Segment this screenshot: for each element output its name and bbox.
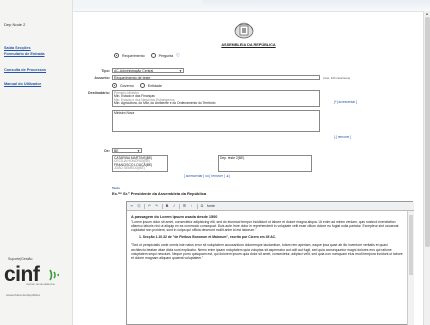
assunto-input[interactable]: Requerimento de teste bbox=[112, 75, 320, 80]
coat-of-arms-icon bbox=[234, 22, 254, 39]
editor-toolbar: ✂ ⎘ ↶ ↷ B I ☰ ⁝ Ω fonte bbox=[127, 202, 414, 211]
redo-icon[interactable]: ↷ bbox=[155, 204, 159, 208]
radio-entidade-label: Entidade bbox=[147, 83, 162, 88]
selected-destinatario: Ministro Nova bbox=[114, 110, 135, 115]
editor-scroll-thumb[interactable] bbox=[409, 215, 413, 275]
toolbar-divider bbox=[161, 203, 162, 209]
scope-radio-group: Governo Entidade bbox=[112, 83, 162, 88]
toolbar-divider bbox=[144, 203, 145, 209]
party-select[interactable]: BE ▼ bbox=[112, 148, 142, 153]
help-icon[interactable]: ⓘ bbox=[176, 53, 180, 58]
party-select-value: BE bbox=[114, 149, 119, 153]
deputado-action-links[interactable]: [ acrescentar ] ou [ remover ] ◄] bbox=[184, 174, 230, 178]
de-label: De: bbox=[104, 149, 110, 153]
tipo-select-value: AC-Administração Central bbox=[114, 69, 154, 73]
nav-link-consulta[interactable]: Consulta de Processos bbox=[4, 68, 46, 72]
assunto-value: Requerimento de teste bbox=[114, 76, 151, 80]
special-char-icon[interactable]: Ω bbox=[200, 204, 204, 208]
logo-subtitle: CENTRO DE INFORMÁTICA bbox=[26, 284, 55, 286]
deputado-list[interactable]: CATARINA MARTINS(BE) CECÍLIA HONÓRIO(BE)… bbox=[112, 155, 168, 172]
nav-link-formulario[interactable]: Formulário de Entrada bbox=[4, 52, 45, 56]
nav-link-saida[interactable]: Saída Secções bbox=[4, 46, 31, 50]
organization-title: ASSEMBLEIA DA REPÚBLICA bbox=[221, 43, 276, 47]
texto-label: Texto bbox=[112, 186, 120, 190]
assunto-char-limit: (máx. 220 caracteres) bbox=[323, 76, 351, 80]
tipo-label: Tipo: bbox=[101, 69, 110, 73]
toolbar-divider bbox=[179, 203, 180, 209]
tab-strip bbox=[72, 0, 202, 6]
cut-icon[interactable]: ✂ bbox=[130, 204, 134, 208]
logo-text: cinf bbox=[4, 263, 40, 286]
kind-radio-group: Requerimento Pergunta ⓘ bbox=[114, 53, 180, 58]
doc-paragraph: "Sed ut perspiciatis unde omnis iste nat… bbox=[131, 243, 403, 260]
tipo-select[interactable]: AC-Administração Central ▼ bbox=[112, 68, 184, 73]
scroll-up-icon[interactable]: ▲ bbox=[425, 11, 429, 16]
source-button[interactable]: fonte bbox=[207, 204, 215, 208]
chevron-down-icon: ▼ bbox=[179, 69, 182, 73]
italic-button[interactable]: I bbox=[172, 204, 176, 208]
radio-pergunta[interactable] bbox=[150, 53, 156, 58]
remove-destinatario-link[interactable]: [-] remover ] bbox=[334, 135, 351, 139]
user-name: Dep Node 2 bbox=[4, 22, 26, 27]
radio-governo-label: Governo bbox=[120, 83, 134, 88]
sponsor-label: Suporte|Gestão bbox=[8, 257, 33, 261]
undo-icon[interactable]: ↶ bbox=[148, 204, 152, 208]
add-destinatario-link[interactable]: [+] acrescentar ] bbox=[334, 100, 357, 104]
addressee-line: Ex.ᵐᵒ Sr.ª Presidente da Assembleia da R… bbox=[112, 191, 207, 196]
assunto-label: Assunto: bbox=[94, 76, 110, 80]
toolbar-divider bbox=[196, 203, 197, 209]
scroll-thumb[interactable] bbox=[425, 17, 430, 247]
doc-paragraph: "Lorem ipsum dolor sit amet, consectetur… bbox=[131, 220, 399, 233]
numbered-list-icon[interactable]: ⁝ bbox=[190, 204, 194, 208]
main-content: ASSEMBLEIA DA REPÚBLICA Requerimento Per… bbox=[76, 11, 421, 325]
page-scrollbar[interactable]: ▲ bbox=[423, 11, 430, 325]
radio-pergunta-label: Pergunta bbox=[158, 53, 174, 58]
editor-document[interactable]: A passagem do Lorem Ipsum usada desde 15… bbox=[131, 215, 403, 262]
nav-link-manual[interactable]: Manual do Utilizador bbox=[4, 82, 41, 86]
selected-deputado: Dep. teste 2(BE) bbox=[220, 155, 245, 160]
rich-text-editor[interactable]: ✂ ⎘ ↶ ↷ B I ☰ ⁝ Ω fonte A passagem do Lo… bbox=[126, 201, 414, 325]
destinatario-list[interactable]: Primeiro-Ministro Min. Estado e das Fina… bbox=[112, 90, 320, 107]
copy-icon[interactable]: ⎘ bbox=[137, 204, 141, 208]
radio-requerimento-label: Requerimento bbox=[122, 53, 145, 58]
radio-governo[interactable] bbox=[112, 83, 117, 88]
chevron-down-icon: ▼ bbox=[137, 149, 140, 153]
editor-scrollbar[interactable] bbox=[407, 211, 414, 325]
doc-section-title: 1. Secção 1.10.32 de "de Finibus Bonorum… bbox=[139, 235, 277, 240]
selected-deputados-box[interactable]: Dep. teste 2(BE) bbox=[218, 155, 312, 172]
selected-destinatario-box[interactable]: Ministro Nova bbox=[112, 110, 320, 132]
radio-entidade[interactable] bbox=[139, 83, 145, 88]
list-item[interactable]: Min. Agricultura, do Mar, do Ambiente e … bbox=[114, 102, 318, 106]
sidebar: Dep Node 2 Saída Secções Formulário de E… bbox=[0, 0, 73, 325]
list-item[interactable]: JOÃO SEMEDO(BE) bbox=[114, 167, 166, 171]
bullet-list-icon[interactable]: ☰ bbox=[183, 204, 187, 208]
cinf-logo: cinf CENTRO DE INFORMÁTICA bbox=[4, 264, 64, 290]
bold-button[interactable]: B bbox=[165, 204, 169, 208]
radio-requerimento[interactable] bbox=[114, 53, 119, 58]
wifi-signal-icon bbox=[49, 269, 60, 281]
doc-heading: A passagem do Lorem Ipsum usada desde 15… bbox=[131, 215, 218, 219]
destinatario-label: Destinatário: bbox=[88, 91, 110, 95]
sidebar-footer: Assembleia da República bbox=[6, 293, 40, 297]
